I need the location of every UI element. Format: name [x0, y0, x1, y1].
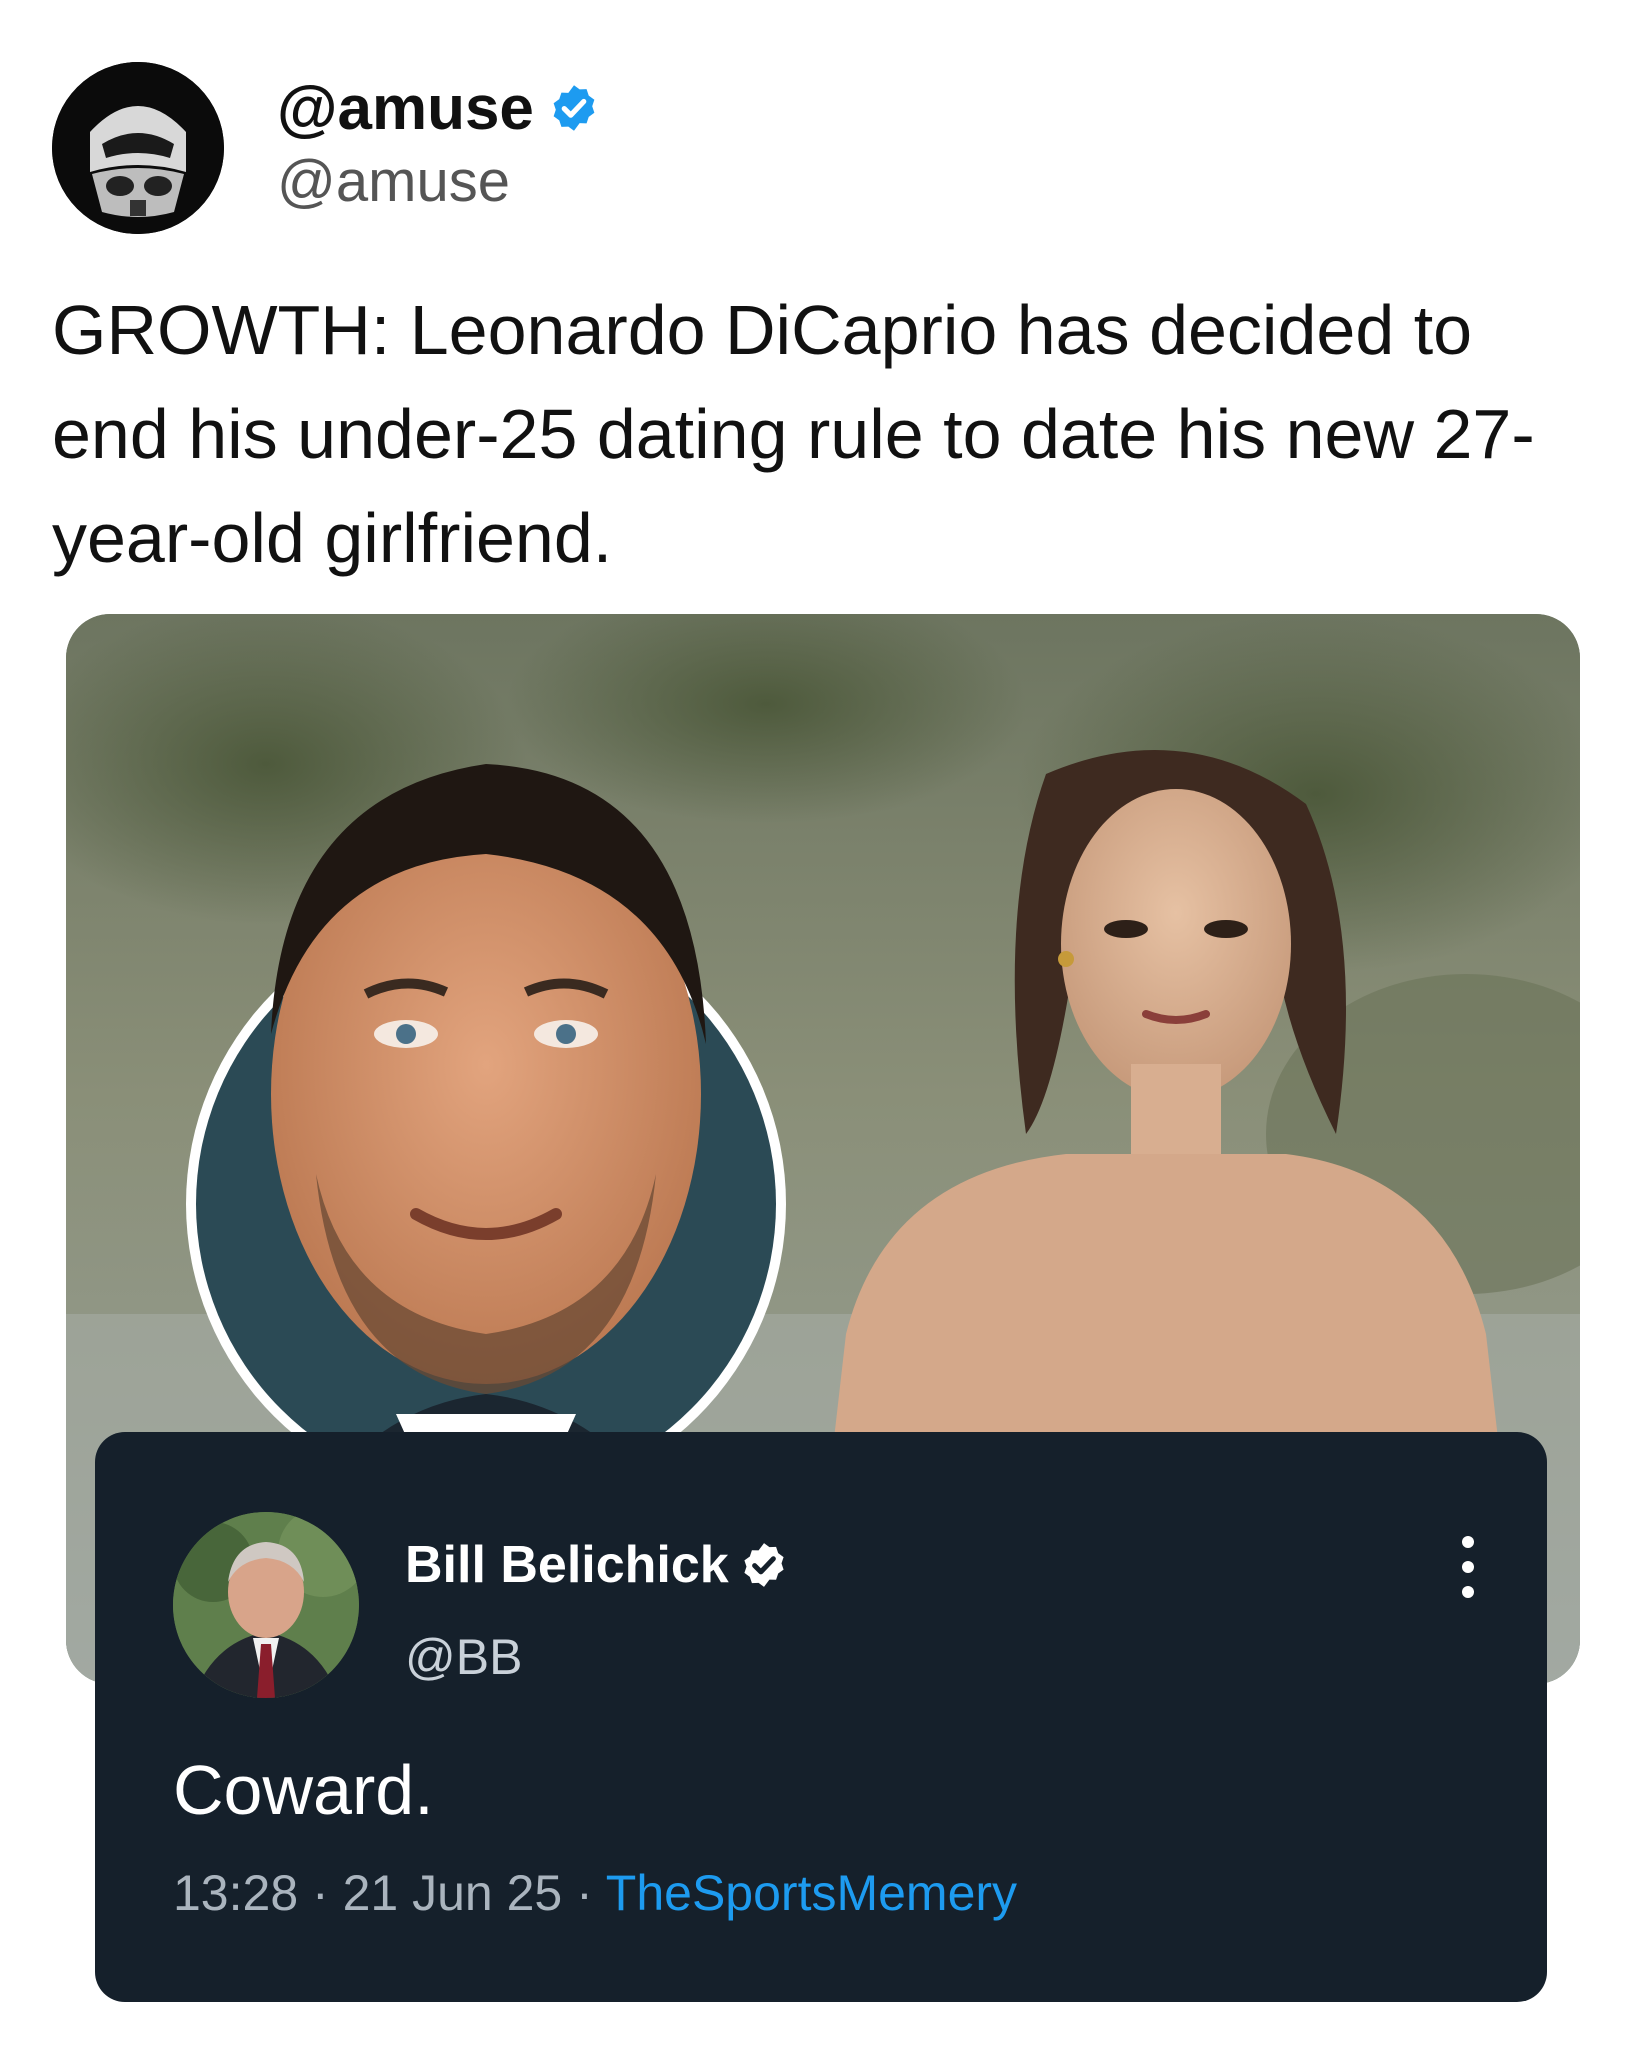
- tweet-text: GROWTH: Leonardo DiCaprio has decided to…: [52, 291, 1535, 577]
- person-avatar-image: [173, 1512, 359, 1698]
- meta-separator: ·: [576, 1865, 593, 1921]
- quote-tweet-card[interactable]: Bill Belichick @BB Coward. 13:28 · 21 Ju…: [95, 1432, 1547, 2002]
- quote-time[interactable]: 13:28: [173, 1865, 298, 1921]
- quote-profile-avatar[interactable]: [173, 1512, 359, 1698]
- tweet-header: @amuse @amuse: [52, 62, 1592, 242]
- meta-separator: ·: [312, 1865, 329, 1921]
- display-name-text[interactable]: @amuse: [277, 73, 534, 144]
- display-name[interactable]: @amuse: [277, 70, 600, 146]
- quote-tweet-text: Coward.: [173, 1751, 434, 1829]
- user-handle[interactable]: @amuse: [277, 148, 600, 215]
- verified-badge-icon: [744, 1543, 784, 1587]
- quote-tweet-meta: 13:28 · 21 Jun 25 · TheSportsMemery: [173, 1864, 1017, 1922]
- quote-source-link[interactable]: TheSportsMemery: [606, 1865, 1017, 1921]
- quote-date[interactable]: 21 Jun 25: [343, 1865, 563, 1921]
- verified-badge-icon: [553, 85, 595, 131]
- quote-display-name-text[interactable]: Bill Belichick: [405, 1535, 729, 1595]
- quote-display-name[interactable]: Bill Belichick: [405, 1532, 789, 1598]
- stormtrooper-avatar-image: [52, 62, 224, 234]
- profile-avatar[interactable]: [52, 62, 224, 234]
- quote-user-handle[interactable]: @BB: [405, 1628, 522, 1686]
- more-vertical-icon[interactable]: [1453, 1532, 1483, 1602]
